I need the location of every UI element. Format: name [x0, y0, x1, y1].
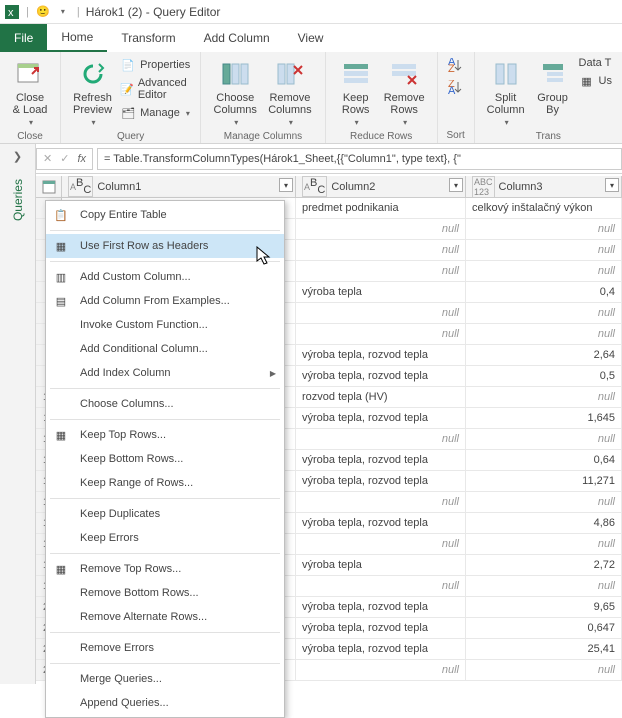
queries-label[interactable]: Queries — [11, 179, 25, 221]
editor-icon: 📝 — [120, 81, 134, 97]
group-query: Refresh Preview▾ 📄Properties 📝Advanced E… — [61, 52, 201, 143]
choose-columns-button[interactable]: Choose Columns▾ — [209, 56, 261, 129]
fx-icon[interactable]: fx — [77, 153, 86, 165]
dropdown-icon: ▾ — [29, 118, 33, 127]
ctx-remove-errors[interactable]: Remove Errors — [46, 636, 284, 660]
tab-view[interactable]: View — [284, 24, 338, 52]
refresh-icon — [77, 58, 109, 90]
properties-icon: 📄 — [120, 57, 136, 73]
headers-icon: ▦ — [579, 73, 595, 89]
headers-icon: ▦ — [50, 240, 72, 253]
remove-columns-icon — [274, 58, 306, 90]
close-load-button[interactable]: Close & Load▾ — [8, 56, 52, 129]
tab-transform[interactable]: Transform — [107, 24, 189, 52]
tab-home[interactable]: Home — [47, 24, 107, 52]
refresh-preview-button[interactable]: Refresh Preview▾ — [69, 56, 116, 129]
ctx-remove-alternate[interactable]: Remove Alternate Rows... — [46, 605, 284, 629]
ctx-invoke-function[interactable]: Invoke Custom Function... — [46, 313, 284, 337]
context-menu: 📋Copy Entire Table ▦Use First Row as Hea… — [45, 200, 285, 718]
queries-pane: ❯ Queries — [0, 144, 36, 684]
smiley-icon[interactable]: 🙂 — [35, 4, 51, 20]
copy-icon: 📋 — [50, 209, 72, 222]
groupby-icon — [537, 58, 569, 90]
filter-dropdown-icon[interactable]: ▾ — [279, 178, 293, 192]
sort-asc-button[interactable]: AZ — [446, 56, 466, 74]
group-manage-columns: Choose Columns▾ Remove Columns▾ Manage C… — [201, 52, 325, 143]
ctx-remove-bottom[interactable]: Remove Bottom Rows... — [46, 581, 284, 605]
column-header-1[interactable]: ABCColumn1▾ — [62, 176, 296, 197]
dropdown-icon[interactable]: ▾ — [55, 4, 71, 20]
excel-icon: x — [4, 4, 20, 20]
column-header-3[interactable]: ABC123Column3▾ — [466, 176, 622, 197]
group-by-button[interactable]: Group By — [531, 56, 575, 118]
ctx-keep-range[interactable]: Keep Range of Rows... — [46, 471, 284, 495]
filter-dropdown-icon[interactable]: ▾ — [605, 178, 619, 192]
custom-col-icon: ▥ — [50, 271, 72, 284]
ctx-merge-queries[interactable]: Merge Queries... — [46, 667, 284, 691]
remove-rows-button[interactable]: Remove Rows▾ — [380, 56, 429, 129]
keep-top-icon: ▦ — [50, 429, 72, 442]
tab-add-column[interactable]: Add Column — [190, 24, 284, 52]
examples-icon: ▤ — [50, 295, 72, 308]
sort-desc-icon: ZA — [448, 79, 464, 95]
table-corner-button[interactable] — [36, 176, 62, 197]
formula-bar: ✕ ✓ fx = Table.TransformColumnTypes(Háro… — [36, 144, 622, 174]
ctx-choose-columns[interactable]: Choose Columns... — [46, 392, 284, 416]
group-close: Close & Load▾ Close — [0, 52, 61, 143]
ctx-keep-duplicates[interactable]: Keep Duplicates — [46, 502, 284, 526]
split-icon — [490, 58, 522, 90]
choose-columns-icon — [219, 58, 251, 90]
group-sort: AZ ZA Sort — [438, 52, 475, 143]
separator: | — [26, 6, 29, 18]
cancel-formula-icon[interactable]: ✕ — [43, 152, 52, 165]
submenu-arrow-icon: ▶ — [270, 369, 276, 378]
ctx-keep-bottom[interactable]: Keep Bottom Rows... — [46, 447, 284, 471]
group-transform: Split Column▾ Group By Data T ▦Us Trans — [475, 52, 622, 143]
ctx-keep-top[interactable]: ▦Keep Top Rows... — [46, 423, 284, 447]
manage-icon: 🗂 — [120, 105, 136, 121]
split-column-button[interactable]: Split Column▾ — [483, 56, 529, 129]
manage-button[interactable]: 🗂Manage▾ — [118, 104, 192, 122]
data-type-button[interactable]: Data T — [577, 56, 614, 70]
svg-text:x: x — [8, 7, 14, 19]
remove-rows-icon — [388, 58, 420, 90]
close-load-icon — [14, 58, 46, 90]
filter-dropdown-icon[interactable]: ▾ — [449, 178, 463, 192]
properties-button[interactable]: 📄Properties — [118, 56, 192, 74]
group-reduce-rows: Keep Rows▾ Remove Rows▾ Reduce Rows — [326, 52, 438, 143]
advanced-editor-button[interactable]: 📝Advanced Editor — [118, 76, 192, 102]
type-any-icon: ABC123 — [472, 176, 495, 198]
keep-rows-icon — [340, 58, 372, 90]
titlebar: x | 🙂 ▾ | Hárok1 (2) - Query Editor — [0, 0, 622, 24]
type-text-icon: ABC — [302, 176, 327, 197]
column-header-2[interactable]: ABCColumn2▾ — [296, 176, 466, 197]
ctx-add-custom-column[interactable]: ▥Add Custom Column... — [46, 265, 284, 289]
accept-formula-icon[interactable]: ✓ — [60, 152, 69, 165]
expand-queries-icon[interactable]: ❯ — [0, 144, 35, 169]
ctx-remove-top[interactable]: ▦Remove Top Rows... — [46, 557, 284, 581]
ribbon-tabs: File Home Transform Add Column View — [0, 24, 622, 52]
window-title: Hárok1 (2) - Query Editor — [86, 5, 221, 19]
ctx-add-column-examples[interactable]: ▤Add Column From Examples... — [46, 289, 284, 313]
sort-asc-icon: AZ — [448, 57, 464, 73]
use-first-row-button[interactable]: ▦Us — [577, 72, 614, 90]
ctx-add-conditional[interactable]: Add Conditional Column... — [46, 337, 284, 361]
separator: | — [77, 6, 80, 18]
type-text-icon: ABC — [68, 176, 93, 197]
remove-top-icon: ▦ — [50, 563, 72, 576]
svg-text:Z: Z — [448, 63, 455, 72]
ctx-add-index[interactable]: Add Index Column▶ — [46, 361, 284, 385]
remove-columns-button[interactable]: Remove Columns▾ — [263, 56, 317, 129]
ctx-first-row-headers[interactable]: ▦Use First Row as Headers — [46, 234, 284, 258]
ctx-copy-table[interactable]: 📋Copy Entire Table — [46, 203, 284, 227]
ctx-append-queries[interactable]: Append Queries... — [46, 691, 284, 715]
ribbon: Close & Load▾ Close Refresh Preview▾ 📄Pr… — [0, 52, 622, 144]
keep-rows-button[interactable]: Keep Rows▾ — [334, 56, 378, 129]
ctx-keep-errors[interactable]: Keep Errors — [46, 526, 284, 550]
formula-input[interactable]: = Table.TransformColumnTypes(Hárok1_Shee… — [97, 148, 622, 170]
tab-file[interactable]: File — [0, 24, 47, 52]
sort-desc-button[interactable]: ZA — [446, 78, 466, 96]
